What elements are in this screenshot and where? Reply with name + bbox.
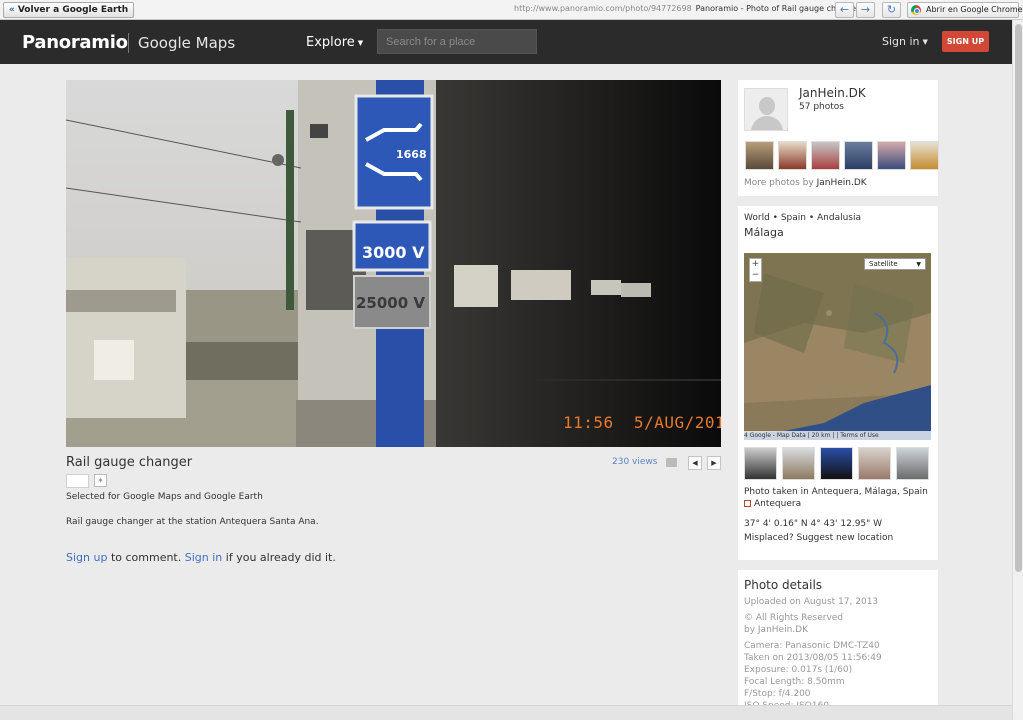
nearby-thumbnail[interactable] (858, 447, 891, 480)
coordinates: 37° 4' 0.16" N 4° 43' 12.95" W (744, 519, 883, 529)
sign-up-button[interactable]: SIGN UP (942, 31, 989, 52)
sign-top-text: 1668 (396, 148, 427, 161)
panoramio-logo[interactable]: Panoramio (22, 32, 128, 53)
twitter-icon[interactable]: ✦ (94, 474, 107, 487)
address-bar[interactable]: http://www.panoramio.com/photo/94772698 P… (514, 4, 859, 13)
author-thumbnail[interactable] (844, 141, 873, 170)
caret-down-icon: ▼ (916, 261, 921, 268)
facebook-like-button[interactable] (66, 474, 89, 488)
author-thumbnails (745, 141, 939, 170)
logo-divider (128, 33, 129, 53)
sign-low-text: 25000 V (356, 294, 425, 312)
breadcrumb[interactable]: World • Spain • Andalusia (744, 213, 861, 223)
sign-up-link[interactable]: Sign up (66, 551, 107, 564)
view-count: 230 views (612, 457, 658, 467)
nearby-thumbnail[interactable] (820, 447, 853, 480)
focal-length: Focal Length: 8.50mm (744, 677, 845, 687)
sign-in-label: Sign in (882, 35, 920, 48)
previous-photo-button[interactable]: ◀ (688, 456, 702, 470)
more-photos-link[interactable]: More photos by JanHein.DK (744, 178, 867, 188)
caret-down-icon: ▼ (357, 38, 364, 47)
author-thumbnail[interactable] (778, 141, 807, 170)
explore-menu[interactable]: Explore ▼ (306, 35, 363, 50)
rights-owner: by JanHein.DK (744, 625, 808, 635)
map-type-select[interactable]: Satellite ▼ (864, 258, 926, 270)
uploaded-date: Uploaded on August 17, 2013 (744, 597, 879, 607)
author-thumbnail[interactable] (877, 141, 906, 170)
more-photos-prefix: More photos by (744, 178, 817, 188)
comment-icon[interactable] (666, 458, 677, 467)
sign-in-link[interactable]: Sign in (185, 551, 223, 564)
nearby-thumbnail[interactable] (896, 447, 929, 480)
nearby-thumbnail[interactable] (782, 447, 815, 480)
author-thumbnail[interactable] (910, 141, 939, 170)
back-arrow-icon[interactable]: ← (835, 2, 854, 18)
page-scrollbar[interactable] (1012, 20, 1023, 720)
google-maps-logo-text[interactable]: Google Maps (138, 34, 235, 52)
photo-taken-in: Photo taken in Antequera, Málaga, Spain (744, 487, 928, 497)
browser-toolbar: «Volver a Google Earth http://www.panora… (0, 0, 1023, 20)
exposure: Exposure: 0.017s (1/60) (744, 665, 853, 675)
search-input[interactable] (377, 29, 537, 54)
comment-prompt-end: if you already did it. (222, 551, 336, 564)
avatar[interactable] (744, 88, 788, 131)
open-in-chrome-label: Abrir en Google Chrome (926, 5, 1023, 14)
double-chevron-left-icon: « (9, 5, 15, 15)
reload-icon[interactable]: ↻ (882, 2, 901, 18)
forward-arrow-icon[interactable]: → (856, 2, 875, 18)
photo-image: 1668 3000 V 25000 V (66, 80, 721, 447)
main-photo[interactable]: 1668 3000 V 25000 V 11:56 5/AUG/2013 (66, 80, 721, 447)
taken-date: Taken on 2013/08/05 11:56:49 (744, 653, 882, 663)
rights-text: © All Rights Reserved (744, 613, 844, 623)
satellite-map-image (744, 253, 931, 440)
photo-title: Rail gauge changer (66, 455, 193, 470)
author-name[interactable]: JanHein.DK (799, 86, 866, 100)
suggest-location-link[interactable]: Misplaced? Suggest new location (744, 533, 893, 543)
selected-for-google-text: Selected for Google Maps and Google Eart… (66, 492, 263, 502)
map-attribution: 4 Google - Map Data | 20 km | | Terms of… (744, 431, 931, 440)
camera-model: Camera: Panasonic DMC-TZ40 (744, 641, 880, 651)
url-text: http://www.panoramio.com/photo/94772698 (514, 4, 692, 13)
open-in-chrome-button[interactable]: Abrir en Google Chrome (907, 2, 1023, 18)
more-photos-user: JanHein.DK (816, 178, 867, 188)
next-photo-button[interactable]: ▶ (707, 456, 721, 470)
bottom-strip (0, 705, 1012, 720)
chrome-logo-icon (911, 5, 921, 15)
sign-in-menu[interactable]: Sign in ▼ (882, 35, 928, 48)
photo-timestamp: 11:56 5/AUG/2013 (563, 413, 721, 432)
comment-prompt: Sign up to comment. Sign in if you alrea… (66, 551, 336, 564)
caret-down-icon: ▼ (922, 38, 928, 46)
back-button-label: Volver a Google Earth (17, 5, 129, 15)
comment-prompt-middle: to comment. (107, 551, 185, 564)
avatar-head-shape (759, 97, 775, 115)
f-stop: F/Stop: f/4.200 (744, 689, 811, 699)
scrollbar-thumb[interactable] (1015, 24, 1022, 572)
map-zoom-control[interactable]: + − (749, 258, 762, 282)
author-photo-count[interactable]: 57 photos (799, 102, 844, 112)
author-panel: JanHein.DK 57 photos More photos by JanH… (738, 80, 939, 196)
location-map[interactable]: + − Satellite ▼ 4 Google - Map Data | 20 k… (744, 253, 931, 440)
nearby-thumbnail[interactable] (744, 447, 777, 480)
author-thumbnail[interactable] (811, 141, 840, 170)
location-panel: World • Spain • Andalusia Málaga + − Sate… (738, 206, 938, 560)
back-to-google-earth-button[interactable]: «Volver a Google Earth (3, 2, 135, 18)
nearby-thumbnails (744, 447, 936, 480)
city-name: Málaga (744, 226, 784, 239)
photo-details-panel: Photo details Uploaded on August 17, 201… (738, 570, 938, 711)
photo-description: Rail gauge changer at the station Antequ… (66, 517, 319, 527)
map-type-label: Satellite (869, 260, 898, 268)
author-thumbnail[interactable] (745, 141, 774, 170)
sign-mid-text: 3000 V (362, 243, 425, 262)
place-tag-icon (744, 500, 751, 507)
explore-label: Explore (306, 35, 355, 50)
place-tag[interactable]: Antequera (744, 499, 801, 509)
site-header: Panoramio Google Maps Explore▼ Sign in▼ … (0, 20, 1012, 64)
avatar-body-shape (751, 116, 783, 130)
place-tag-label: Antequera (754, 499, 802, 509)
photo-details-title: Photo details (744, 578, 823, 592)
